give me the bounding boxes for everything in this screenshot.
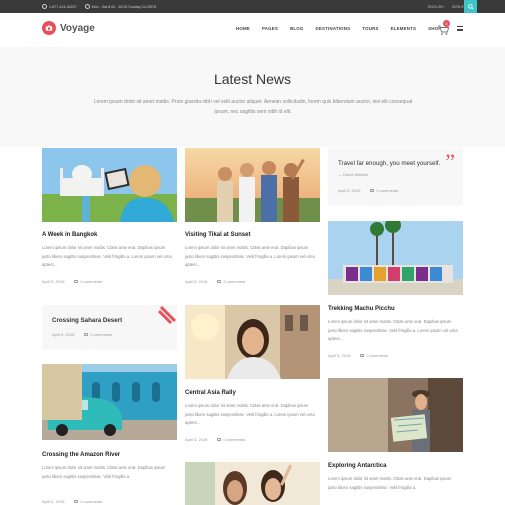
post-date[interactable]: April 5, 2016 (328, 353, 350, 358)
post-title[interactable]: A Week in Bangkok (42, 232, 97, 238)
nav-elements[interactable]: ELEMENTS (391, 26, 417, 31)
post-meta: April 5, 2016 0 comments (328, 353, 388, 358)
comment-icon (74, 280, 79, 283)
comment-icon (370, 189, 375, 192)
nav-home[interactable]: HOME (236, 26, 250, 31)
post-date[interactable]: April 5, 2016 (42, 279, 64, 284)
comment-icon (74, 500, 79, 503)
site-logo[interactable]: Voyage (42, 21, 95, 35)
cart-button[interactable]: 0 (437, 20, 450, 35)
post-image-tikal[interactable] (185, 148, 320, 222)
post-comments[interactable]: 0 comments (80, 279, 102, 284)
post-meta: April 5, 2016 0 comments (185, 279, 245, 284)
post-card-asia[interactable]: Central Asia Rally Lorem ipsum dolor sit… (185, 305, 320, 450)
post-excerpt: Lorem ipsum dolor sit amet mattis. Clāss… (42, 465, 166, 479)
post-comments[interactable]: 0 comments (80, 499, 102, 504)
post-excerpt: Lorem ipsum dolor sit amet mattis. Clāss… (185, 245, 315, 268)
brand-name: Voyage (60, 22, 95, 34)
phone-number: 1-677-124-44227 (49, 4, 77, 9)
comment-icon (217, 438, 222, 441)
post-image-asia[interactable] (185, 305, 320, 379)
post-card-amazon[interactable]: Crossing the Amazon River Lorem ipsum do… (42, 364, 177, 505)
menu-icon[interactable] (457, 26, 463, 31)
post-excerpt: Lorem ipsum dolor sit amet mattis. Clāss… (42, 245, 172, 268)
comment-icon (217, 280, 222, 283)
post-meta: April 5, 2016 0 comments (42, 499, 102, 504)
quote-mark-icon: ” (445, 149, 455, 174)
post-date[interactable]: April 5, 2016 (338, 188, 360, 193)
post-comments[interactable]: 0 comments (223, 279, 245, 284)
hours-info: Mon - Sat 8.00 - 18.00 Sunday CLOSED (84, 4, 157, 9)
link-card-sahara[interactable]: Crossing Sahara Desert April 5, 2016 4 co… (42, 305, 177, 350)
quote-author-name: — David Mitchell (338, 172, 369, 177)
post-card-bangkok[interactable]: A Week in Bangkok Lorem ipsum dolor sit … (42, 148, 177, 293)
phone-icon (42, 4, 47, 9)
post-title[interactable]: Trekking Machu Picchu (328, 306, 395, 312)
quote-text[interactable]: Travel far enough, you meet yourself. (338, 160, 440, 167)
post-title[interactable]: Visiting Tikal at Sunset (185, 232, 250, 238)
camera-icon (42, 21, 56, 35)
post-image-friends[interactable] (185, 462, 320, 505)
post-excerpt: Lorem ipsum dolor sit amet mattis. Clāss… (328, 319, 458, 342)
link-icon (157, 305, 177, 325)
nav-destinations[interactable]: DESTINATIONS (316, 26, 351, 31)
post-card-tikal[interactable]: Visiting Tikal at Sunset Lorem ipsum dol… (185, 148, 320, 293)
post-image-amazon[interactable] (42, 364, 177, 440)
cart-count-badge: 0 (443, 20, 450, 27)
main-menu: HOME PAGES BLOG DESTINATIONS TOURS ELEME… (236, 26, 453, 31)
post-date[interactable]: April 5, 2016 (42, 499, 64, 504)
sign-in-link[interactable]: SIGN IN (452, 5, 465, 9)
post-comments[interactable]: 0 comments (223, 437, 245, 442)
post-meta: April 5, 2016 0 comments (42, 279, 102, 284)
post-comments[interactable]: 4 comments (90, 332, 112, 337)
post-date[interactable]: April 5, 2016 (185, 437, 207, 442)
main-navbar: Voyage HOME PAGES BLOG DESTINATIONS TOUR… (0, 13, 505, 47)
opening-hours: Mon - Sat 8.00 - 18.00 Sunday CLOSED (91, 4, 157, 9)
quote-card[interactable]: ” Travel far enough, you meet yourself. … (328, 148, 463, 206)
nav-pages[interactable]: PAGES (262, 26, 278, 31)
language-selector[interactable]: ENGLISH (428, 5, 444, 9)
post-title[interactable]: Crossing Sahara Desert (52, 317, 122, 324)
quote-author: — David Mitchell (338, 172, 368, 177)
nav-blog[interactable]: BLOG (290, 26, 303, 31)
post-date[interactable]: April 5, 2016 (52, 332, 74, 337)
comment-icon (84, 333, 89, 336)
post-meta: April 5, 2016 0 comments (338, 188, 398, 193)
post-comments[interactable]: 0 comments (376, 188, 398, 193)
post-card-machu[interactable]: Trekking Machu Picchu Lorem ipsum dolor … (328, 221, 463, 366)
post-card-partial[interactable] (185, 462, 320, 505)
post-meta: April 5, 2016 0 comments (185, 437, 245, 442)
post-meta: April 5, 2016 4 comments (52, 332, 112, 337)
phone-info: 1-677-124-44227 (42, 4, 77, 9)
page-intro: Lorem ipsum dolor sit amet mattis. Proin… (93, 99, 413, 115)
top-bar: 1-677-124-44227 Mon - Sat 8.00 - 18.00 S… (0, 0, 505, 13)
post-excerpt: Lorem ipsum dolor sit amet mattis. Clāss… (185, 403, 315, 426)
post-image-machu[interactable] (328, 221, 463, 295)
clock-icon (84, 4, 90, 9)
post-title[interactable]: Central Asia Rally (185, 390, 236, 396)
post-excerpt: Lorem ipsum dolor sit amet mattis. Clāss… (328, 476, 452, 490)
comment-icon (360, 354, 365, 357)
search-button[interactable] (464, 0, 477, 13)
post-comments[interactable]: 0 comments (366, 353, 388, 358)
nav-tours[interactable]: TOURS (362, 26, 378, 31)
post-card-antarctica[interactable]: Exploring Antarctica Lorem ipsum dolor s… (328, 378, 463, 505)
search-icon (467, 3, 474, 10)
post-image-antarctica[interactable] (328, 378, 463, 452)
post-title[interactable]: Crossing the Amazon River (42, 452, 120, 458)
post-date[interactable]: April 5, 2016 (185, 279, 207, 284)
page-title: Latest News (213, 71, 292, 87)
page-header: Latest News Lorem ipsum dolor sit amet m… (0, 47, 505, 147)
post-image-bangkok[interactable] (42, 148, 177, 222)
post-title[interactable]: Exploring Antarctica (328, 463, 386, 469)
